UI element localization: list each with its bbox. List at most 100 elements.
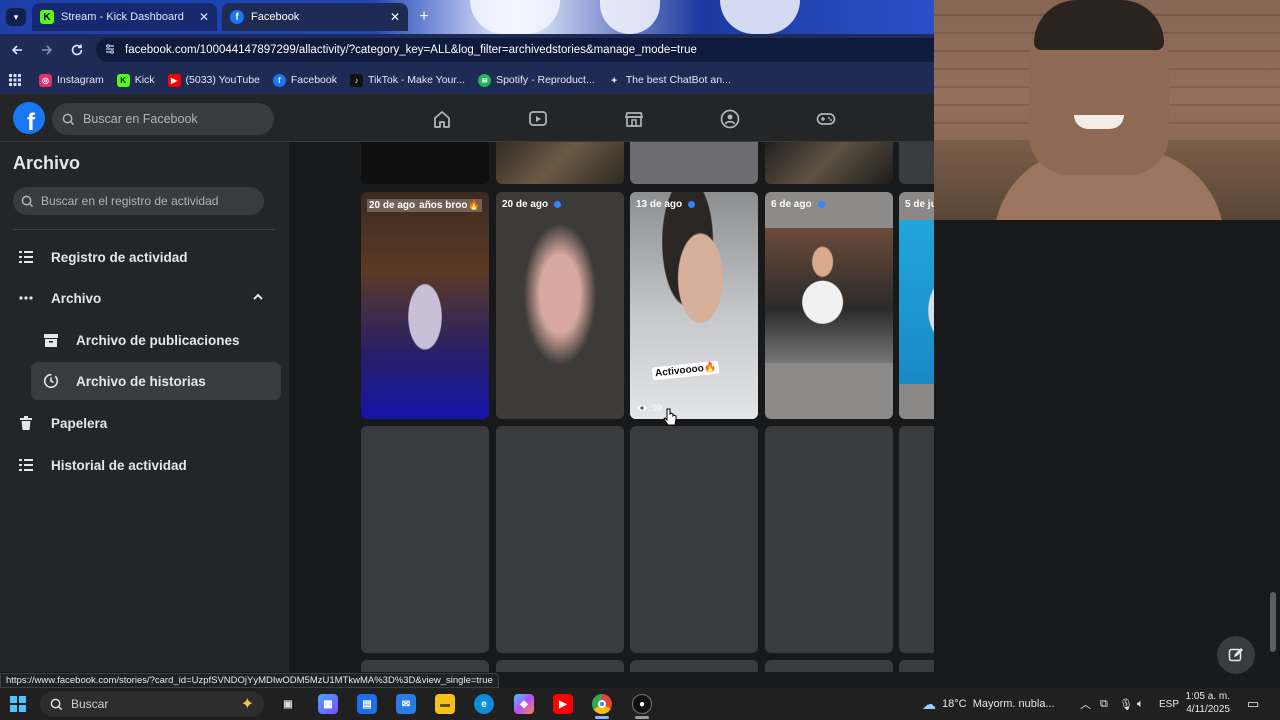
outlook-icon[interactable]: ✉ xyxy=(396,694,416,714)
home-icon[interactable] xyxy=(431,108,453,130)
story-card[interactable] xyxy=(899,142,934,184)
search-icon xyxy=(50,698,63,711)
sidebar-item-label: Registro de actividad xyxy=(51,249,188,265)
story-card-placeholder xyxy=(765,426,893,653)
youtube-icon[interactable]: ▶ xyxy=(553,694,573,714)
link-status-bar: https://www.facebook.com/stories/?card_i… xyxy=(0,673,499,688)
facebook-logo-icon[interactable]: f xyxy=(13,102,45,134)
sidebar-item-post-archive[interactable]: Archivo de publicaciones xyxy=(36,321,281,359)
chevron-up-icon[interactable] xyxy=(252,291,264,306)
sidebar-item-label: Archivo xyxy=(51,290,102,306)
bookmark-kick[interactable]: K Kick xyxy=(116,73,155,87)
activity-search-input[interactable]: Buscar en el registro de actividad xyxy=(13,187,264,215)
site-info-icon[interactable] xyxy=(104,43,116,58)
volume-icon[interactable]: 🔈︎ xyxy=(1137,698,1144,711)
tab-search-button[interactable]: ▾ xyxy=(6,8,26,26)
sidebar-item-label: Historial de actividad xyxy=(51,457,187,473)
story-card[interactable] xyxy=(630,142,758,184)
main-right-area xyxy=(934,220,1280,672)
bookmark-chatbot[interactable]: ✦ The best ChatBot an... xyxy=(608,74,731,87)
store-icon[interactable]: ▤ xyxy=(357,694,377,714)
story-card[interactable]: 20 de ago xyxy=(496,192,624,419)
tab-kick-dashboard[interactable]: K Stream - Kick Dashboard ✕ xyxy=(32,3,217,31)
page-scrollbar[interactable] xyxy=(1270,592,1276,652)
story-date-text: 6 de ago xyxy=(771,199,812,210)
microphone-icon[interactable]: 🎙︎ xyxy=(1119,698,1133,711)
bookmark-label: The best ChatBot an... xyxy=(625,74,731,86)
address-bar[interactable]: facebook.com/100044147897299/allactivity… xyxy=(96,38,934,62)
story-date: 13 de ago xyxy=(636,199,696,210)
story-date-text: 5 de ju xyxy=(905,199,934,210)
story-card[interactable]: 20 de ago años broo🔥 xyxy=(361,192,489,419)
sidebar-item-activity-log[interactable]: Registro de actividad xyxy=(13,238,275,276)
marketplace-icon[interactable] xyxy=(623,108,645,130)
story-date-text: 20 de ago xyxy=(502,199,549,210)
mouse-pointer-icon xyxy=(663,408,677,433)
facebook-search-input[interactable]: Buscar en Facebook xyxy=(52,103,274,135)
bookmark-tiktok[interactable]: ♪ TikTok - Make Your... xyxy=(350,73,465,87)
url-text: facebook.com/100044147897299/allactivity… xyxy=(125,44,697,56)
tab-facebook[interactable]: f Facebook ✕ xyxy=(222,3,408,31)
watch-icon[interactable] xyxy=(527,108,549,130)
instagram-icon: ◎ xyxy=(39,73,52,87)
tab-label: Facebook xyxy=(251,11,300,23)
story-thumbnail xyxy=(765,228,893,363)
eye-icon xyxy=(636,404,648,412)
chevron-up-icon[interactable]: ︿ xyxy=(1080,696,1091,712)
task-view-icon[interactable]: ▣ xyxy=(278,694,298,714)
obs-icon[interactable]: ● xyxy=(632,694,652,714)
new-message-button[interactable] xyxy=(1217,636,1255,674)
search-placeholder: Buscar xyxy=(71,697,109,711)
sidebar-item-activity-history[interactable]: Historial de actividad xyxy=(13,446,275,484)
story-card[interactable] xyxy=(496,142,624,184)
file-explorer-icon[interactable]: ▬ xyxy=(435,694,455,714)
unseen-dot xyxy=(554,201,562,208)
language-indicator[interactable]: ESP xyxy=(1159,699,1179,710)
story-card[interactable]: 6 de ago xyxy=(765,192,893,419)
reload-icon[interactable] xyxy=(64,37,90,63)
bookmark-instagram[interactable]: ◎ Instagram xyxy=(39,73,104,87)
story-card-placeholder xyxy=(630,426,758,653)
story-card[interactable]: 13 de ago Activoooo🔥 99 xyxy=(630,192,758,419)
story-date-text: 13 de ago xyxy=(636,199,683,210)
chrome-icon[interactable] xyxy=(592,694,612,714)
taskbar-search-input[interactable]: Buscar ✦ xyxy=(40,691,264,717)
taskbar-clock[interactable]: 1:05 a. m. 4/11/2025 xyxy=(1185,690,1230,716)
running-app-indicator xyxy=(635,716,649,719)
gaming-icon[interactable] xyxy=(815,108,837,130)
device-icon[interactable]: ⧉ xyxy=(1100,698,1108,711)
back-icon[interactable] xyxy=(4,37,30,63)
groups-icon[interactable] xyxy=(719,108,741,130)
story-thumbnail xyxy=(496,192,624,419)
close-icon[interactable]: ✕ xyxy=(199,10,209,24)
weather-cloud-icon: ☁ xyxy=(922,695,936,712)
new-tab-button[interactable]: + xyxy=(415,8,433,26)
notifications-icon[interactable]: ▭ xyxy=(1247,696,1259,712)
story-card-placeholder xyxy=(496,660,624,672)
story-caption: años broo🔥 xyxy=(419,200,480,211)
unseen-dot xyxy=(817,201,825,208)
windows-start-icon[interactable] xyxy=(10,696,26,712)
sidebar-item-trash[interactable]: Papelera xyxy=(13,404,275,442)
story-card-placeholder xyxy=(630,660,758,672)
bookmark-label: Facebook xyxy=(290,74,337,86)
history-clock-icon xyxy=(38,368,64,394)
bookmark-spotify[interactable]: ≋ Spotify - Reproduct... xyxy=(478,73,595,87)
edge-icon[interactable]: e xyxy=(474,694,494,714)
apps-icon[interactable] xyxy=(9,74,21,86)
story-card[interactable] xyxy=(765,142,893,184)
sidebar-item-story-archive[interactable]: Archivo de historias xyxy=(31,362,281,400)
bookmark-facebook[interactable]: f Facebook xyxy=(272,73,337,87)
tabbar-decoration xyxy=(600,0,660,34)
weather-text[interactable]: 18°C Mayorm. nubla... xyxy=(942,698,1055,710)
sidebar-item-archive[interactable]: Archivo xyxy=(13,279,275,317)
widgets-app-icon[interactable]: ▦ xyxy=(318,694,338,714)
forward-icon[interactable] xyxy=(34,37,60,63)
story-card[interactable] xyxy=(361,142,489,184)
sidebar-item-label: Archivo de historias xyxy=(76,373,206,389)
search-placeholder: Buscar en Facebook xyxy=(83,112,198,126)
tiktok-icon: ♪ xyxy=(350,73,363,87)
copilot-icon[interactable]: ◆ xyxy=(514,694,534,714)
bookmark-youtube[interactable]: ▶ (5033) YouTube xyxy=(167,73,260,87)
close-icon[interactable]: ✕ xyxy=(390,10,400,24)
